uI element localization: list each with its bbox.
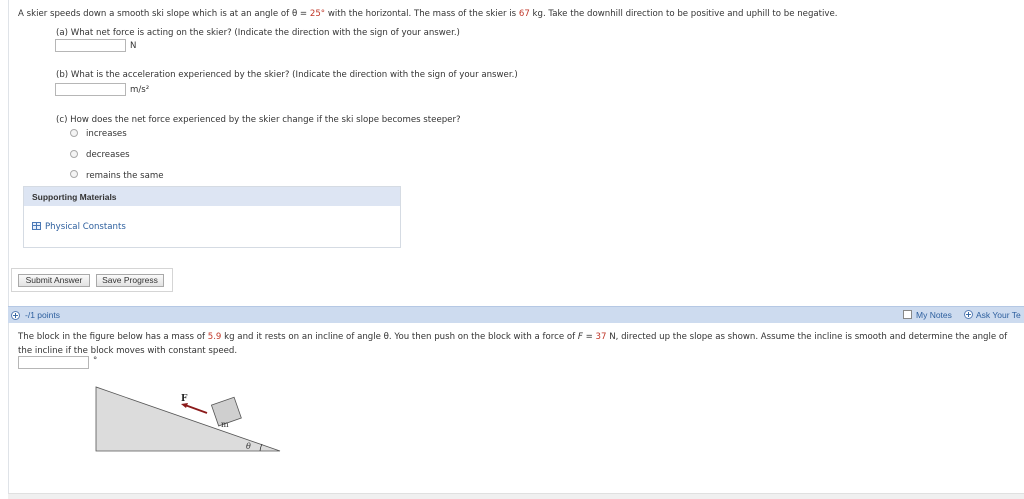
q2-text-before: The block in the figure below has a mass… [18, 332, 208, 342]
part-b-input[interactable] [55, 83, 126, 96]
part-a-prompt: (a) What net force is acting on the skie… [56, 28, 460, 38]
q2-force-value: 37 [595, 332, 607, 342]
question-1-text: A skier speeds down a smooth ski slope w… [18, 9, 838, 19]
ask-plus-icon[interactable]: + [964, 310, 973, 319]
submit-answer-button[interactable]: Submit Answer [18, 274, 90, 287]
question-2-header: + -/1 points My Notes + Ask Your Te [8, 306, 1024, 323]
force-arrow [184, 404, 208, 414]
force-label: F [181, 394, 188, 404]
my-notes-link[interactable]: My Notes [916, 310, 952, 320]
supporting-materials-title: Supporting Materials [32, 192, 117, 202]
q2-unit: ° [93, 356, 98, 366]
physical-constants-link[interactable]: Physical Constants [45, 222, 126, 232]
radio-remains-same[interactable] [70, 170, 78, 178]
part-b-prompt: (b) What is the acceleration experienced… [56, 70, 518, 80]
part-a-input[interactable] [55, 39, 126, 52]
q2-mass-value: 5.9 [207, 332, 222, 342]
radio-decreases[interactable] [70, 150, 78, 158]
q2-text-mid: kg and it rests on an incline of angle θ… [221, 332, 578, 342]
incline-figure: F m θ [95, 386, 281, 452]
radio-label-increases: increases [86, 129, 127, 139]
part-b-unit: m/s² [130, 85, 150, 95]
q1-angle-value: 25° [309, 9, 326, 19]
my-notes-checkbox[interactable] [903, 310, 912, 319]
radio-increases[interactable] [70, 129, 78, 137]
q1-text-after: kg. Take the downhill direction to be po… [529, 9, 838, 19]
ask-teacher-link[interactable]: Ask Your Te [976, 310, 1021, 320]
table-icon[interactable] [32, 222, 41, 230]
angle-label: θ [246, 442, 251, 451]
submit-area: Submit Answer Save Progress [11, 268, 173, 292]
incline-ramp [95, 386, 281, 452]
points-label: -/1 points [25, 310, 60, 320]
question-2-text: The block in the figure below has a mass… [18, 330, 1018, 358]
q1-text-middle: with the horizontal. The mass of the ski… [325, 9, 519, 19]
save-progress-button[interactable]: Save Progress [96, 274, 164, 287]
expand-plus-icon[interactable]: + [11, 311, 20, 320]
q1-text-before: A skier speeds down a smooth ski slope w… [18, 9, 310, 19]
q1-mass-value: 67 [518, 9, 530, 19]
supporting-materials-header: Supporting Materials [24, 187, 400, 206]
part-a-unit: N [130, 41, 137, 51]
mass-label: m [221, 420, 229, 429]
q2-angle-input[interactable] [18, 356, 89, 369]
part-c-prompt: (c) How does the net force experienced b… [56, 115, 461, 125]
radio-label-decreases: decreases [86, 150, 130, 160]
bottom-bar [8, 493, 1024, 499]
radio-label-remains-same: remains the same [86, 171, 164, 181]
q2-force-equals: = [582, 332, 596, 342]
supporting-materials-panel: Supporting Materials Physical Constants [23, 186, 401, 248]
